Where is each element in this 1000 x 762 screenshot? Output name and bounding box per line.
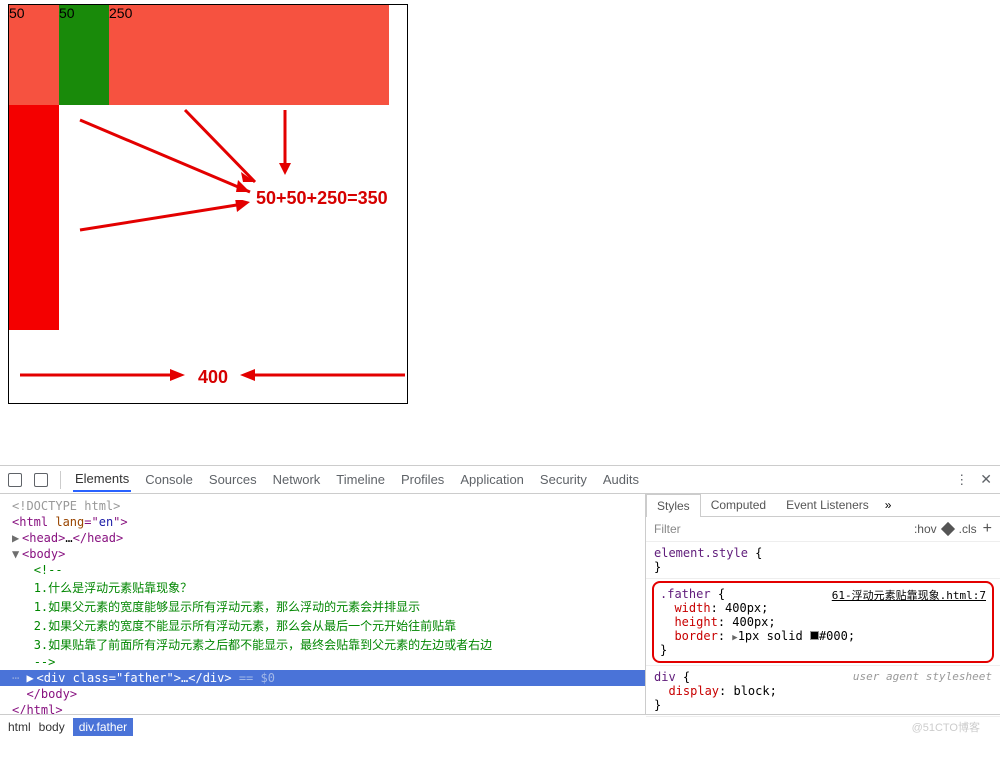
dom-doctype[interactable]: <!DOCTYPE html> [12,499,120,513]
devtools-panel: Elements Console Sources Network Timelin… [0,465,1000,738]
browser-viewport: 50 50 250 50+50+250=350 400 [0,0,1000,465]
styles-tab-events[interactable]: Event Listeners [776,494,879,516]
dom-html-open[interactable]: <html lang="en"> [0,514,645,530]
kebab-menu-icon[interactable]: ⋮ [955,472,968,488]
dom-selected-element[interactable]: ⋯ ▶<div class="father">…</div> == $0 [0,670,645,686]
float-box-2: 50 [59,5,109,105]
element-style-rule[interactable]: element.style {} [646,542,1000,579]
dom-comment-line[interactable]: 2.如果父元素的宽度不能显示所有浮动元素，那么会从最后一个元开始往前贴靠 [0,616,645,635]
float-box-3: 250 [109,5,389,105]
styles-tab-computed[interactable]: Computed [701,494,776,516]
close-icon[interactable]: ✕ [980,471,992,488]
float-box-1: 50 [9,5,59,105]
add-rule-icon[interactable]: + [983,520,992,538]
arrow-annotation [65,200,255,240]
styles-tabs: Styles Computed Event Listeners » [646,494,1000,517]
device-toggle-icon[interactable] [34,473,48,487]
tab-elements[interactable]: Elements [73,467,131,492]
tab-console[interactable]: Console [143,468,195,491]
dom-comment-line[interactable]: 1.什么是浮动元素贴靠现象？ [0,578,645,597]
width-annotation: 400 [198,367,228,388]
dom-comment[interactable]: <!-- [0,562,645,578]
styles-pane: Styles Computed Event Listeners » Filter… [645,494,1000,714]
divider [60,471,61,489]
arrow-annotation [235,360,415,390]
cls-toggle[interactable]: .cls [959,522,977,536]
inspect-icon[interactable] [8,473,22,487]
elements-tree[interactable]: <!DOCTYPE html> <html lang="en"> ▶<head>… [0,494,645,714]
box-label: 50 [9,5,25,21]
hov-toggle[interactable]: :hov [914,522,937,536]
tab-sources[interactable]: Sources [207,468,259,491]
ua-stylesheet-note: user agent stylesheet [853,670,992,683]
breadcrumb-bar: html body div.father @51CTO博客 [0,714,1000,738]
dom-comment-end[interactable]: --> [0,654,645,670]
dom-html-close[interactable]: </html> [0,702,645,714]
diamond-icon[interactable] [941,522,955,536]
more-tabs-icon[interactable]: » [879,494,898,516]
arrow-annotation [175,102,275,192]
source-link[interactable]: 61-浮动元素贴靠现象.html:7 [832,587,986,603]
crumb-selected[interactable]: div.father [73,718,133,736]
tab-profiles[interactable]: Profiles [399,468,446,491]
tab-audits[interactable]: Audits [601,468,641,491]
tab-network[interactable]: Network [271,468,323,491]
dom-head[interactable]: ▶<head>…</head> [0,530,645,546]
father-rule[interactable]: 61-浮动元素贴靠现象.html:7 .father { width: 400p… [646,579,1000,666]
float-box-4 [9,105,59,330]
devtools-toolbar: Elements Console Sources Network Timelin… [0,466,1000,494]
dom-comment-line[interactable]: 1.如果父元素的宽度能够显示所有浮动元素，那么浮动的元素会并排显示 [0,597,645,616]
color-swatch[interactable] [810,631,819,640]
watermark: @51CTO博客 [912,719,980,735]
tab-timeline[interactable]: Timeline [334,468,387,491]
tab-application[interactable]: Application [458,468,526,491]
dom-body-open[interactable]: ▼<body> [0,546,645,562]
sum-annotation: 50+50+250=350 [256,188,388,209]
arrow-annotation [10,360,190,390]
devtools-body: <!DOCTYPE html> <html lang="en"> ▶<head>… [0,494,1000,714]
box-label: 50 [59,5,75,21]
filter-input[interactable]: Filter [654,522,681,536]
dom-comment-line[interactable]: 3.如果贴靠了前面所有浮动元素之后都不能显示，最终会贴靠到父元素的左边或者右边 [0,635,645,654]
arrow-annotation [270,105,300,180]
box-label: 250 [109,5,132,21]
styles-tab-styles[interactable]: Styles [646,494,701,517]
crumb-html[interactable]: html [8,720,31,734]
tab-security[interactable]: Security [538,468,589,491]
ua-rule[interactable]: user agent stylesheet div { display: blo… [646,666,1000,717]
crumb-body[interactable]: body [39,720,65,734]
dom-body-close[interactable]: </body> [0,686,645,702]
styles-filter-bar: Filter :hov .cls + [646,517,1000,542]
